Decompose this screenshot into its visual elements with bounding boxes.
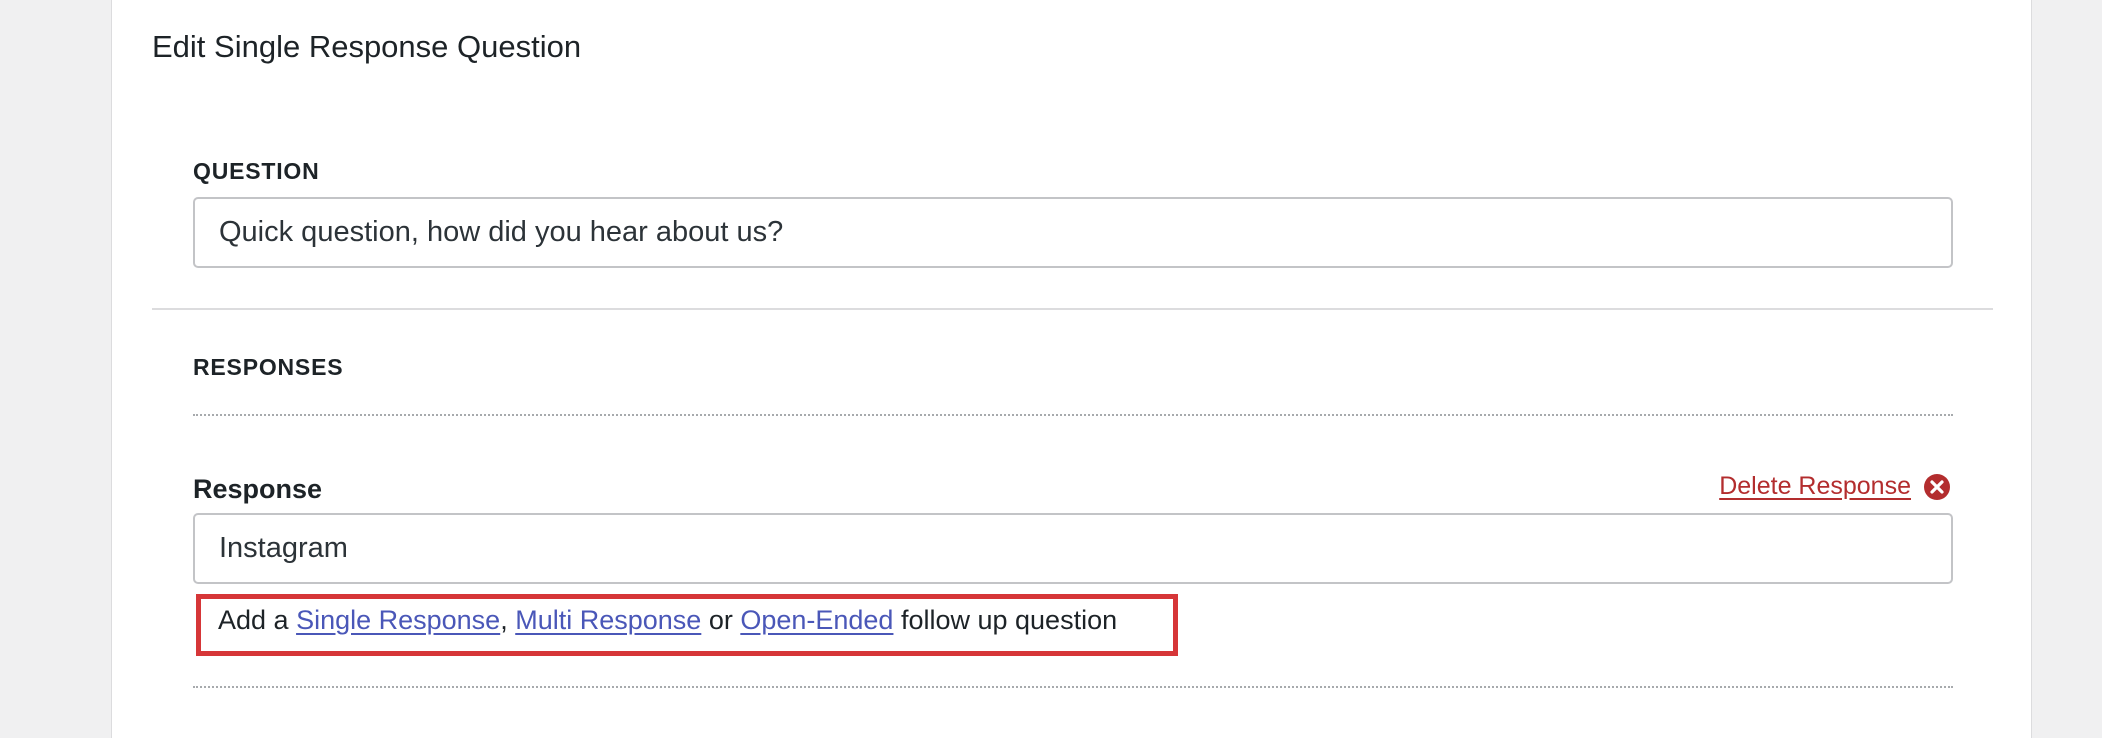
followup-separator: or — [701, 605, 741, 635]
responses-section-label: RESPONSES — [193, 354, 344, 380]
question-input[interactable] — [193, 197, 1953, 268]
delete-response-button[interactable]: Delete Response — [1719, 472, 1951, 501]
response-input[interactable] — [193, 513, 1953, 584]
add-single-response-link[interactable]: Single Response — [296, 605, 500, 635]
delete-response-label[interactable]: Delete Response — [1719, 472, 1911, 501]
followup-question-links: Add a Single Response, Multi Response or… — [196, 594, 1178, 656]
add-open-ended-link[interactable]: Open-Ended — [740, 605, 893, 635]
response-label: Response — [193, 474, 323, 504]
section-divider — [152, 308, 1993, 310]
response-divider-bottom — [193, 686, 1953, 688]
followup-separator: , — [500, 605, 516, 635]
question-section-label: QUESTION — [193, 158, 320, 184]
followup-prefix: Add a — [218, 605, 297, 635]
response-divider-top — [193, 414, 1953, 416]
add-multi-response-link[interactable]: Multi Response — [515, 605, 701, 635]
close-circle-icon[interactable] — [1923, 473, 1951, 501]
followup-suffix: follow up question — [893, 605, 1118, 635]
edit-question-panel: Edit Single Response Question QUESTION R… — [111, 0, 2032, 738]
page-title: Edit Single Response Question — [152, 29, 582, 64]
